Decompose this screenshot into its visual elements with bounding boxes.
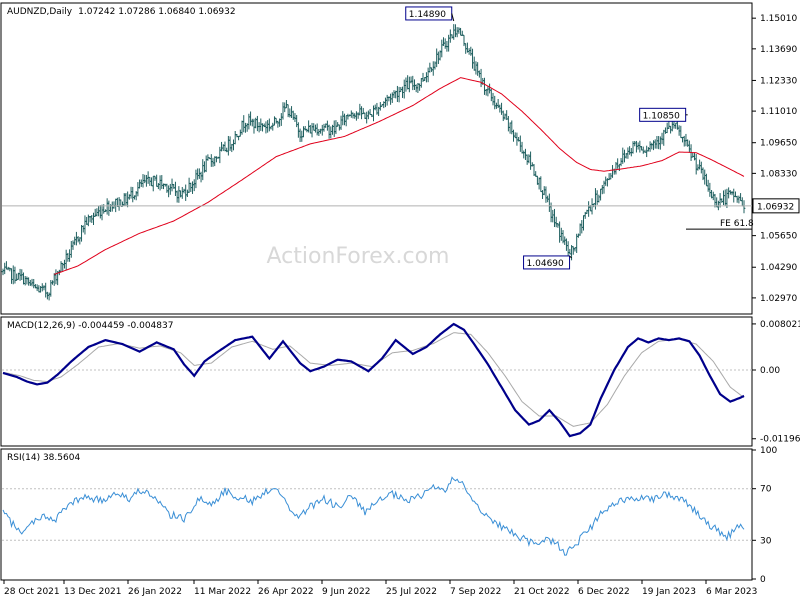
price-callout-label: 1.04690 bbox=[527, 259, 564, 269]
macd-tick-label: 0.008021 bbox=[760, 320, 800, 330]
time-tick-label: 9 Jun 2022 bbox=[322, 587, 370, 597]
time-tick-label: 13 Dec 2021 bbox=[64, 587, 122, 597]
time-tick-label: 6 Mar 2023 bbox=[706, 587, 757, 597]
time-tick-label: 28 Oct 2021 bbox=[4, 587, 60, 597]
time-tick-label: 7 Sep 2022 bbox=[450, 587, 501, 597]
time-tick-label: 19 Jan 2023 bbox=[642, 587, 696, 597]
time-tick-label: 26 Jan 2022 bbox=[128, 587, 182, 597]
price-panel-title: AUDNZD,Daily 1.07242 1.07286 1.06840 1.06… bbox=[7, 7, 236, 17]
rsi-tick-label: 0 bbox=[760, 575, 766, 585]
price-callout-label: 1.10850 bbox=[643, 111, 680, 121]
price-tick-label: 1.15010 bbox=[760, 14, 797, 24]
time-tick-label: 26 Apr 2022 bbox=[258, 587, 314, 597]
price-tick-label: 1.08330 bbox=[760, 169, 797, 179]
time-tick-label: 6 Dec 2022 bbox=[578, 587, 630, 597]
current-price-label: 1.06932 bbox=[757, 202, 794, 212]
time-tick-label: 25 Jul 2022 bbox=[386, 587, 437, 597]
chart-background bbox=[0, 0, 800, 600]
price-tick-label: 1.09650 bbox=[760, 139, 797, 149]
fe-level-label: FE 61.8 bbox=[720, 219, 754, 229]
macd-tick-label: 0.00 bbox=[760, 366, 780, 376]
price-tick-label: 1.12330 bbox=[760, 76, 797, 86]
price-tick-label: 1.04290 bbox=[760, 263, 797, 273]
watermark: ActionForex.com bbox=[267, 244, 450, 269]
price-tick-label: 1.02970 bbox=[760, 294, 797, 304]
macd-tick-label: -0.011962 bbox=[760, 435, 800, 445]
rsi-tick-label: 70 bbox=[760, 485, 772, 495]
rsi-tick-label: 100 bbox=[760, 446, 777, 456]
price-callout-label: 1.14890 bbox=[409, 10, 446, 20]
rsi-tick-label: 30 bbox=[760, 536, 772, 546]
ohlc-values: 1.07242 1.07286 1.06840 1.06932 bbox=[78, 7, 235, 17]
chart-canvas: ActionForex.com AUDNZD,Daily 1.07242 1.07… bbox=[0, 0, 800, 600]
time-tick-label: 21 Oct 2022 bbox=[514, 587, 570, 597]
price-tick-label: 1.05650 bbox=[760, 232, 797, 242]
macd-panel-title: MACD(12,26,9) -0.004459 -0.004837 bbox=[7, 321, 173, 331]
price-tick-label: 1.11010 bbox=[760, 107, 797, 117]
price-tick-label: 1.13690 bbox=[760, 45, 797, 55]
symbol-label: AUDNZD,Daily bbox=[7, 7, 73, 17]
time-tick-label: 11 Mar 2022 bbox=[194, 587, 251, 597]
rsi-panel-title: RSI(14) 38.5604 bbox=[7, 453, 80, 463]
